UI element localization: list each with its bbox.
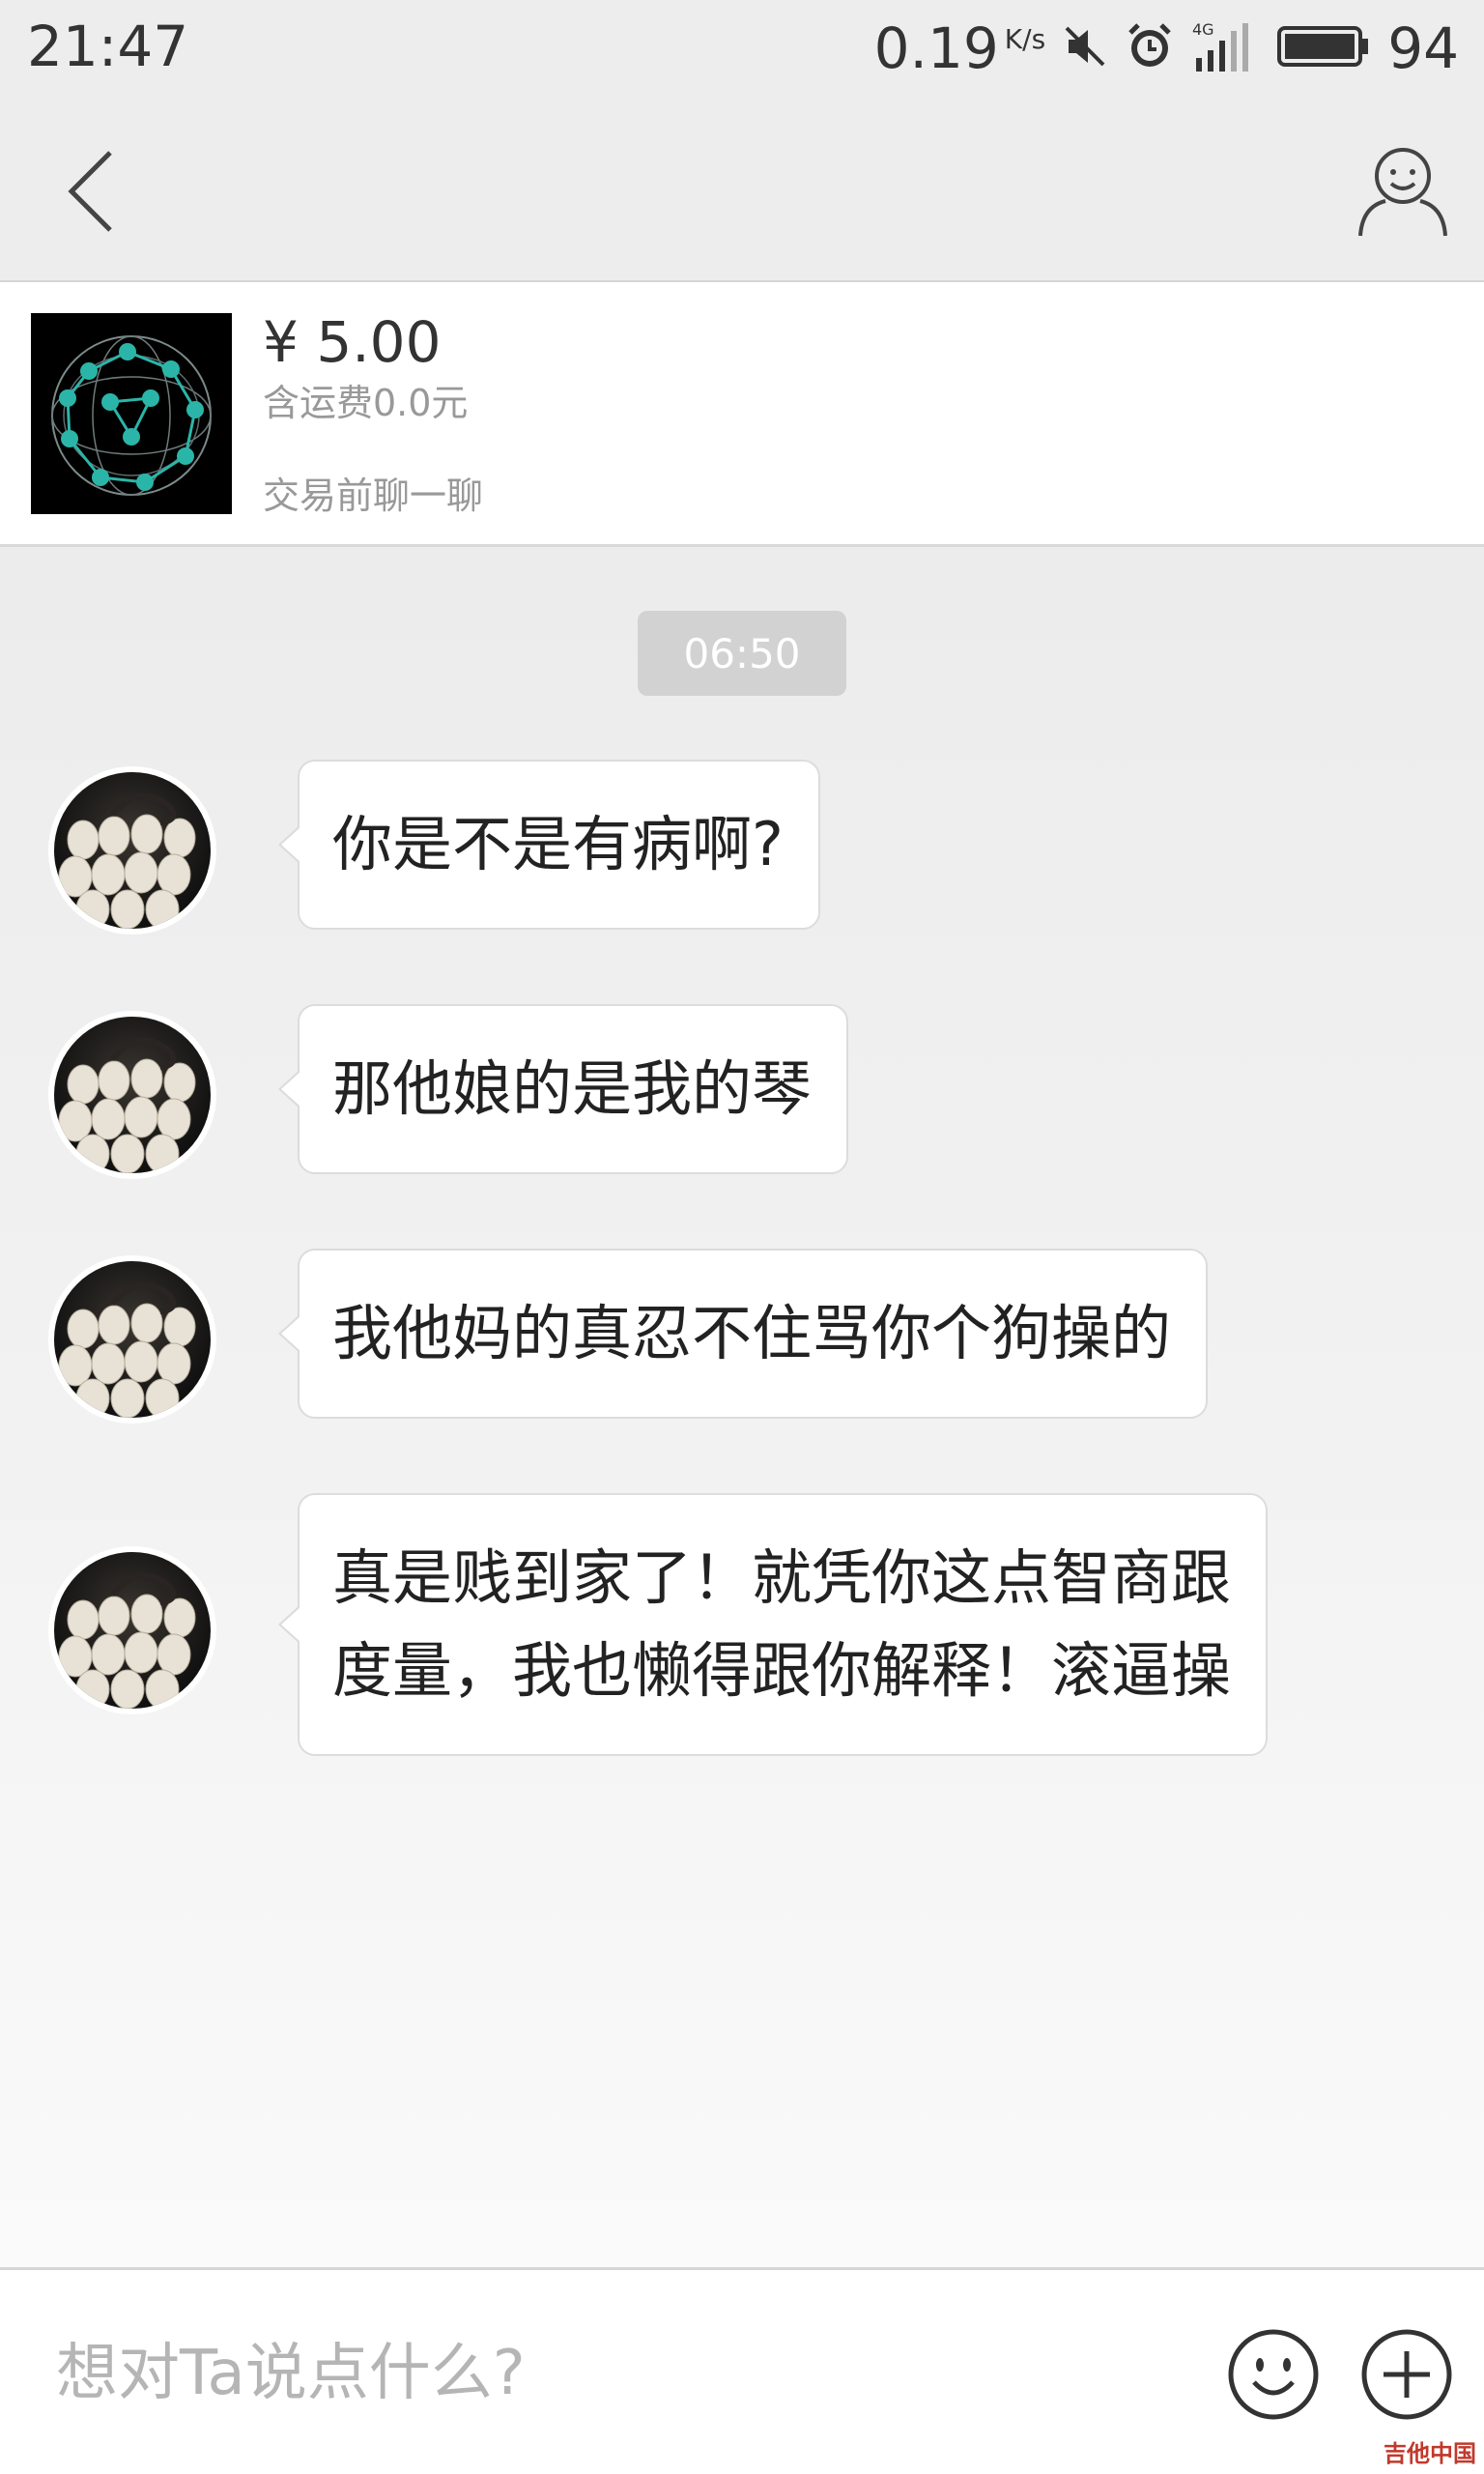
battery-level: 94 <box>1387 15 1459 81</box>
network-speed: 0.19 K/s <box>874 15 1046 81</box>
message-bubble[interactable]: 那他娘的是我的琴 <box>277 1004 849 1174</box>
add-attachment-button[interactable] <box>1358 2326 1455 2423</box>
mute-icon <box>1063 24 1107 72</box>
message-text: 你是不是有病啊? <box>332 809 784 879</box>
chat-header <box>0 97 1484 282</box>
status-time: 21:47 <box>27 14 189 79</box>
message-text-line: 度量，我也懒得跟你解释！滚逼操 <box>332 1635 1232 1706</box>
watermark: 吉他中国 <box>1384 2440 1476 2467</box>
product-thumbnail <box>31 313 232 514</box>
alarm-icon <box>1125 21 1175 75</box>
status-indicators: 0.19 K/s 4G 94 <box>874 14 1459 83</box>
chevron-left-icon <box>68 151 112 232</box>
message-bubble[interactable]: 真是贱到家了！就凭你这点智商跟 度量，我也懒得跟你解释！滚逼操 <box>277 1493 1269 1756</box>
battery-icon <box>1277 24 1370 72</box>
emoji-button[interactable] <box>1225 2326 1322 2423</box>
message-bubble[interactable]: 我他妈的真忍不住骂你个狗操的 <box>277 1249 1209 1419</box>
message-input[interactable] <box>56 2320 1167 2427</box>
message-text: 我他妈的真忍不住骂你个狗操的 <box>332 1298 1172 1368</box>
message-input-bar: 吉他中国 <box>0 2267 1484 2474</box>
network-speed-unit: K/s <box>1004 23 1046 55</box>
user-icon <box>1358 148 1447 237</box>
message-text-line: 真是贱到家了！就凭你这点智商跟 <box>332 1542 1232 1613</box>
avatar-image <box>54 1261 211 1418</box>
avatar-image <box>54 1017 211 1173</box>
sender-avatar[interactable] <box>48 1011 216 1179</box>
product-price: ¥ 5.00 <box>263 309 442 375</box>
back-button[interactable] <box>54 143 131 240</box>
message-bubble[interactable]: 你是不是有病啊? <box>278 760 820 930</box>
signal-4g-icon: 4G <box>1192 19 1260 77</box>
user-profile-button[interactable] <box>1355 143 1451 240</box>
avatar-image <box>54 1552 211 1709</box>
sender-avatar[interactable] <box>48 1255 216 1424</box>
network-speed-value: 0.19 <box>873 15 999 81</box>
avatar-image <box>54 772 211 929</box>
sender-avatar[interactable] <box>48 1546 216 1714</box>
product-card[interactable]: ¥ 5.00 含运费0.0元 交易前聊一聊 <box>0 282 1484 547</box>
chat-timestamp: 06:50 <box>638 611 846 696</box>
product-note: 交易前聊一聊 <box>263 475 484 517</box>
sender-avatar[interactable] <box>48 766 216 935</box>
plus-icon <box>1361 2329 1452 2420</box>
message-text: 那他娘的是我的琴 <box>332 1053 813 1124</box>
smiley-icon <box>1228 2329 1319 2420</box>
svg-text:4G: 4G <box>1192 20 1214 39</box>
status-bar: 21:47 0.19 K/s 4G 94 <box>0 0 1484 97</box>
product-shipping: 含运费0.0元 <box>263 382 469 424</box>
